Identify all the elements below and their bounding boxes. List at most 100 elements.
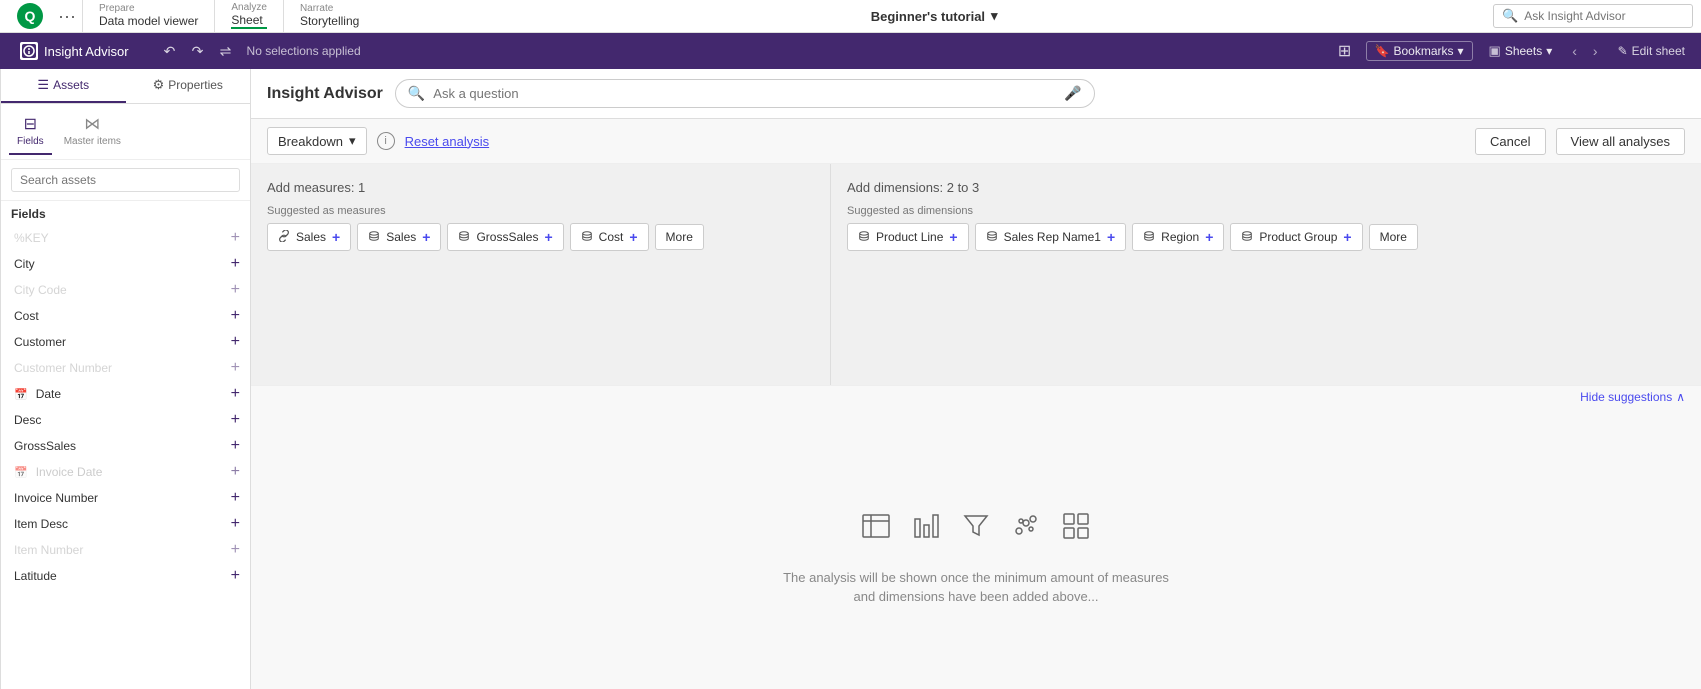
hide-suggestions-row: Hide suggestions ∧: [251, 385, 1701, 408]
app-title[interactable]: Beginner's tutorial ▾: [871, 8, 998, 24]
dimension-chip-region[interactable]: Region +: [1132, 223, 1224, 251]
nav-right-arrow[interactable]: ›: [1589, 41, 1602, 61]
tab-properties[interactable]: ⚙ Properties: [126, 69, 251, 103]
tab-assets[interactable]: ☰ Assets: [1, 69, 126, 103]
info-icon[interactable]: i: [377, 132, 395, 150]
more-dimensions-button[interactable]: More: [1369, 224, 1418, 250]
measure-chip-cost[interactable]: Cost +: [570, 223, 649, 251]
add-sales-db-button[interactable]: +: [422, 229, 430, 245]
list-item[interactable]: Desc +: [1, 407, 250, 433]
ask-insight-input[interactable]: [1524, 9, 1684, 23]
nav-section-narrate[interactable]: Narrate Storytelling: [283, 0, 375, 33]
add-customer-button[interactable]: +: [231, 334, 240, 350]
sheets-button[interactable]: ▣ Sheets ▾: [1481, 41, 1561, 61]
add-key-button[interactable]: +: [231, 230, 240, 246]
add-grosssales-button[interactable]: +: [544, 229, 552, 245]
add-customer-number-button[interactable]: +: [231, 360, 240, 376]
qlik-logo-icon: Q: [16, 2, 44, 30]
sheets-label: Sheets: [1505, 44, 1542, 58]
list-item[interactable]: Cost +: [1, 303, 250, 329]
nav-left-arrow[interactable]: ‹: [1568, 41, 1581, 61]
add-latitude-button[interactable]: +: [231, 568, 240, 584]
list-item[interactable]: Customer Number +: [1, 355, 250, 381]
view-all-analyses-button[interactable]: View all analyses: [1556, 128, 1685, 155]
top-nav-bar: Q ··· Prepare Data model viewer Analyze …: [0, 0, 1701, 33]
list-item[interactable]: Latitude +: [1, 563, 250, 589]
measure-chip-sales-db[interactable]: Sales +: [357, 223, 441, 251]
grid-view-icon[interactable]: ⊞: [1332, 38, 1358, 64]
add-grosssales-button[interactable]: +: [231, 438, 240, 454]
forward-step-icon[interactable]: ↷: [185, 38, 211, 64]
fields-list: %KEY + City + City Code + Cost: [1, 225, 250, 689]
content-header: Insight Advisor 🔍 🎤: [251, 69, 1701, 119]
add-sales-link-button[interactable]: +: [332, 229, 340, 245]
add-measures-title: Add measures: 1: [267, 180, 814, 195]
nav-section-analyze[interactable]: Analyze Sheet: [214, 0, 283, 33]
search-blue-icon: 🔍: [408, 85, 425, 102]
ask-question-input[interactable]: [433, 86, 1056, 101]
add-city-code-button[interactable]: +: [231, 282, 240, 298]
master-items-label: Master items: [64, 136, 121, 147]
dimension-chip-sales-rep[interactable]: Sales Rep Name1 +: [975, 223, 1127, 251]
more-measures-button[interactable]: More: [655, 224, 704, 250]
measure-chip-sales-link[interactable]: Sales +: [267, 223, 351, 251]
dimension-chip-product-line[interactable]: Product Line +: [847, 223, 969, 251]
dimension-chip-product-group[interactable]: Product Group +: [1230, 223, 1362, 251]
insight-advisor-button[interactable]: Insight Advisor: [8, 38, 141, 64]
add-invoice-date-button[interactable]: +: [231, 464, 240, 480]
empty-icons-row: [861, 511, 1091, 548]
add-product-group-button[interactable]: +: [1343, 229, 1351, 245]
bookmarks-chevron: ▾: [1458, 44, 1464, 58]
add-date-button[interactable]: +: [231, 386, 240, 402]
search-assets-input[interactable]: [11, 168, 240, 192]
list-item[interactable]: %KEY +: [1, 225, 250, 251]
list-item[interactable]: City +: [1, 251, 250, 277]
list-item[interactable]: Item Desc +: [1, 511, 250, 537]
list-item[interactable]: Customer +: [1, 329, 250, 355]
add-region-button[interactable]: +: [1205, 229, 1213, 245]
field-desc-text: Desc: [14, 413, 41, 427]
list-item[interactable]: City Code +: [1, 277, 250, 303]
list-item[interactable]: Invoice Number +: [1, 485, 250, 511]
content-search-bar[interactable]: 🔍 🎤: [395, 79, 1095, 108]
add-desc-button[interactable]: +: [231, 412, 240, 428]
add-city-button[interactable]: +: [231, 256, 240, 272]
breakdown-button[interactable]: Breakdown ▾: [267, 127, 367, 155]
add-product-line-button[interactable]: +: [949, 229, 957, 245]
add-sales-rep-button[interactable]: +: [1107, 229, 1115, 245]
qlik-logo[interactable]: Q: [8, 2, 52, 30]
ask-insight-search[interactable]: 🔍: [1493, 4, 1693, 28]
reset-analysis-button[interactable]: Reset analysis: [405, 134, 490, 149]
list-item[interactable]: 📅 Invoice Date +: [1, 459, 250, 485]
edit-sheet-button[interactable]: ✎ Edit sheet: [1610, 42, 1693, 60]
sidebar-search-area: [1, 160, 250, 201]
add-invoice-number-button[interactable]: +: [231, 490, 240, 506]
list-item[interactable]: 📅 Date +: [1, 381, 250, 407]
add-item-desc-button[interactable]: +: [231, 516, 240, 532]
hide-suggestions-button[interactable]: Hide suggestions ∧: [1580, 390, 1685, 404]
properties-label: Properties: [168, 78, 223, 92]
pencil-icon: ✎: [1618, 44, 1628, 58]
selections-area: No selections applied: [247, 44, 1324, 58]
add-cost-chip-button[interactable]: +: [629, 229, 637, 245]
fields-sub-tab[interactable]: ⊟ Fields: [9, 108, 52, 155]
analysis-area: Add measures: 1 Suggested as measures Sa…: [251, 164, 1701, 385]
prepare-label: Prepare: [99, 4, 198, 14]
list-item[interactable]: Item Number +: [1, 537, 250, 563]
measure-chip-grosssales[interactable]: GrossSales +: [447, 223, 563, 251]
back-step-icon[interactable]: ↶: [157, 38, 183, 64]
bookmarks-button[interactable]: 🔖 Bookmarks ▾: [1366, 41, 1473, 61]
nav-section-prepare[interactable]: Prepare Data model viewer: [82, 0, 214, 33]
list-item[interactable]: GrossSales +: [1, 433, 250, 459]
field-customer-text: Customer: [14, 335, 66, 349]
content-title: Insight Advisor: [267, 85, 383, 103]
smart-search-icon[interactable]: ⇌: [213, 38, 239, 64]
microphone-icon[interactable]: 🎤: [1064, 85, 1081, 102]
cancel-button[interactable]: Cancel: [1475, 128, 1545, 155]
db-icon-region: [1143, 230, 1155, 245]
master-items-sub-tab[interactable]: ⋈ Master items: [56, 108, 129, 155]
toolbar-icons: ↶ ↷ ⇌: [157, 38, 239, 64]
add-item-number-button[interactable]: +: [231, 542, 240, 558]
add-cost-button[interactable]: +: [231, 308, 240, 324]
nav-dots-button[interactable]: ···: [52, 6, 82, 27]
